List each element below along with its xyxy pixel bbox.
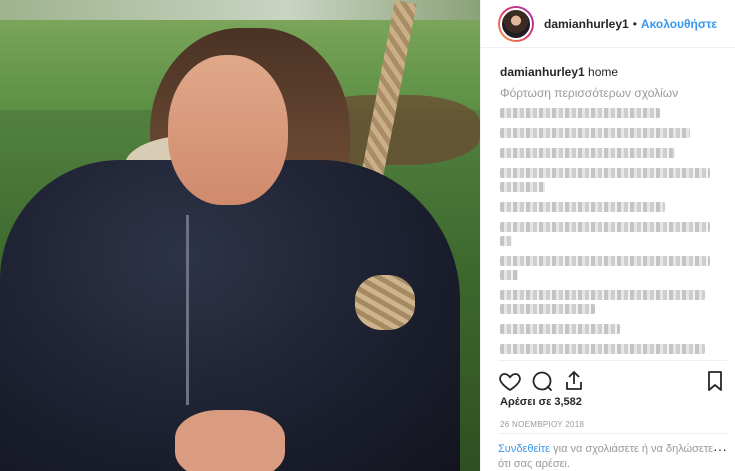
follow-button[interactable]: Ακολουθήστε <box>641 17 717 31</box>
comment-item <box>500 222 710 232</box>
photo-hand <box>175 410 285 471</box>
login-prompt: Συνδεθείτε για να σχολιάσετε ή να δηλώσε… <box>498 433 727 471</box>
comment-item <box>500 202 665 212</box>
photo-face <box>168 55 288 205</box>
photo-rope-knot <box>355 275 415 330</box>
post-photo <box>0 0 480 471</box>
avatar[interactable] <box>498 5 534 42</box>
heart-icon[interactable] <box>498 369 522 393</box>
comment-item <box>500 128 690 138</box>
comment-item <box>500 108 660 118</box>
post-date[interactable]: 26 ΝΟΕΜΒΡΙΟΥ 2018 <box>500 420 584 429</box>
separator-dot: • <box>632 16 637 31</box>
comment-item <box>500 236 512 246</box>
comment-item <box>500 270 518 280</box>
comment-item <box>500 290 705 300</box>
share-icon[interactable] <box>562 369 586 393</box>
photo-zipper <box>186 215 189 405</box>
comment-item <box>500 324 620 334</box>
comment-item <box>500 256 710 266</box>
post-side-panel: damianhurley1 • Ακολουθήστε damianhurley… <box>480 0 735 471</box>
comment-item <box>500 182 545 192</box>
caption: damianhurley1 home <box>500 64 725 80</box>
caption-text: home <box>588 65 619 79</box>
bookmark-icon[interactable] <box>703 369 727 393</box>
post-header: damianhurley1 • Ακολουθήστε <box>481 0 735 48</box>
likes-count[interactable]: Αρέσει σε 3,582 <box>500 396 582 408</box>
action-bar <box>498 360 727 394</box>
load-more-comments[interactable]: Φόρτωση περισσότερων σχολίων <box>500 86 725 100</box>
comment-item <box>500 148 675 158</box>
comment-item <box>500 344 705 354</box>
more-options-icon[interactable]: ··· <box>713 441 727 457</box>
login-link[interactable]: Συνδεθείτε <box>498 443 550 455</box>
avatar-image <box>500 7 532 40</box>
comment-icon[interactable] <box>530 369 554 393</box>
comments-list: damianhurley1 home Φόρτωση περισσότερων … <box>500 64 725 364</box>
comment-item <box>500 168 710 178</box>
caption-username[interactable]: damianhurley1 <box>500 65 585 79</box>
comment-item <box>500 304 595 314</box>
username-link[interactable]: damianhurley1 <box>544 17 629 31</box>
